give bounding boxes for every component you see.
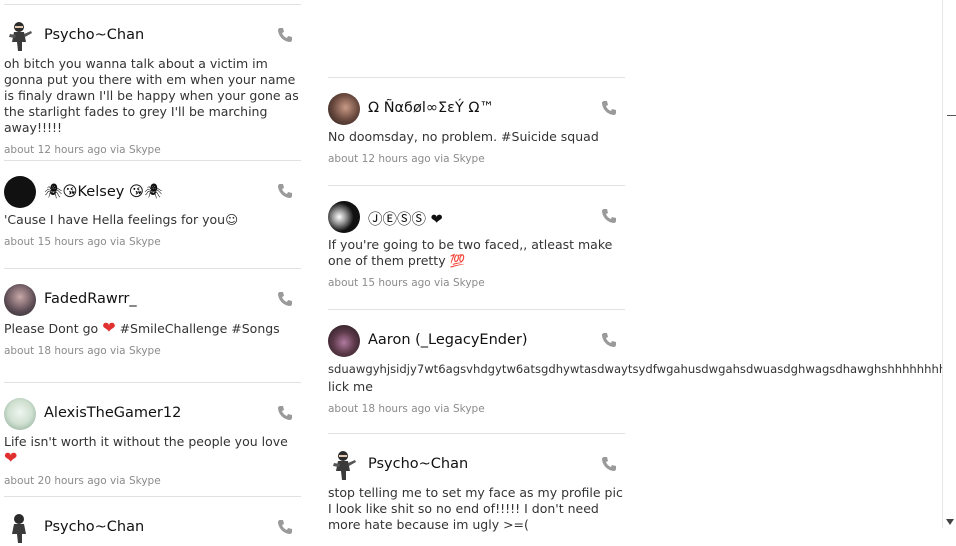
feed-post: Psycho~Chan stop telling me to set my fa… [328,449,625,533]
feed-post: 🕷😘Kelsey 😘🕷 'Cause I have Hella feelings… [4,176,301,248]
post-text-line2: lick me [328,379,373,394]
user-avatar[interactable] [328,325,360,357]
user-name[interactable]: Psycho~Chan [44,27,144,43]
post-text: stop telling me to set my face as my pro… [328,485,623,532]
phone-icon[interactable] [601,456,617,472]
separator [328,309,625,310]
post-text: oh bitch you wanna talk about a victim i… [4,56,299,135]
post-timestamp[interactable]: about 20 hours ago via Skype [4,475,301,487]
post-text-main: Life isn't worth it without the people y… [4,434,288,449]
user-name[interactable]: 🕷😘Kelsey 😘🕷 [44,183,162,200]
post-timestamp[interactable]: about 18 hours ago via Skype [4,345,301,357]
post-timestamp[interactable]: about 18 hours ago via Skype [328,403,625,415]
user-avatar[interactable] [4,512,36,544]
user-avatar[interactable] [4,398,36,430]
heart-emoji-icon: ❤ [102,318,116,337]
scroll-down-arrow-icon[interactable] [946,519,954,525]
separator [4,496,301,497]
post-text: sduawgyhjsidjy7wt6agsvhdgytw6atsgdhywtas… [328,362,954,376]
user-name[interactable]: Ω Ñαϭøl∞ΣεÝ Ω™ [368,100,494,116]
phone-icon[interactable] [277,519,293,535]
post-hashtags[interactable]: #SmileChallenge #Songs [120,321,280,336]
separator [328,433,625,434]
separator [4,4,301,5]
vertical-scrollbar[interactable] [942,0,956,528]
post-text-main: Please Dont go [4,321,99,336]
user-name[interactable]: Aaron (_LegacyEnder) [368,332,528,348]
phone-icon[interactable] [601,100,617,116]
user-name[interactable]: FadedRawrr_ [44,291,137,307]
phone-icon[interactable] [277,27,293,43]
scrollbar-thumb[interactable] [947,115,956,116]
feed-post: Psycho~Chan oh bitch you wanna talk abou… [4,20,301,156]
post-timestamp[interactable]: about 12 hours ago via Skype [4,144,301,156]
separator [4,382,301,383]
post-text: Life isn't worth it without the people y… [4,434,301,467]
user-avatar[interactable] [4,284,36,316]
separator [328,77,625,78]
user-avatar[interactable] [328,201,360,233]
heart-emoji-icon: ❤ [4,448,18,467]
feed-post: ⒿⒺⓈⓈ ❤ If you're going to be two faced,,… [328,201,625,289]
phone-icon[interactable] [277,183,293,199]
user-avatar[interactable] [328,93,360,125]
feed-post: AlexisTheGamer12 Life isn't worth it wit… [4,398,301,487]
post-text: 'Cause I have Hella feelings for you☺ [4,212,239,227]
feed-post: Ω Ñαϭøl∞ΣεÝ Ω™ No doomsday, no problem. … [328,93,625,165]
feed-post: Psycho~Chan [4,512,301,546]
separator [328,185,625,186]
user-name[interactable]: AlexisTheGamer12 [44,405,181,421]
post-text: Please Dont go ❤ #SmileChallenge #Songs [4,320,301,337]
phone-icon[interactable] [277,291,293,307]
feed-post: FadedRawrr_ Please Dont go ❤ #SmileChall… [4,284,301,357]
user-name[interactable]: ⒿⒺⓈⓈ ❤ [368,208,443,229]
ninja-avatar-icon [9,22,32,51]
feed-post: Aaron (_LegacyEnder) sduawgyhjsidjy7wt6a… [328,325,954,415]
user-name[interactable]: Psycho~Chan [368,456,468,472]
user-avatar[interactable] [4,176,36,208]
post-timestamp[interactable]: about 15 hours ago via Skype [328,277,625,289]
phone-icon[interactable] [277,405,293,421]
ninja-avatar-icon [333,451,356,480]
separator [4,160,301,161]
phone-icon[interactable] [601,208,617,224]
separator [4,268,301,269]
phone-icon[interactable] [601,332,617,348]
post-timestamp[interactable]: about 15 hours ago via Skype [4,236,301,248]
user-avatar[interactable] [328,449,360,481]
post-text: No doomsday, no problem. #Suicide squad [328,129,599,144]
post-text: If you're going to be two faced,, atleas… [328,237,613,268]
post-timestamp[interactable]: about 12 hours ago via Skype [328,153,625,165]
user-name[interactable]: Psycho~Chan [44,519,144,535]
ninja-avatar-icon [12,514,26,543]
user-avatar[interactable] [4,20,36,52]
